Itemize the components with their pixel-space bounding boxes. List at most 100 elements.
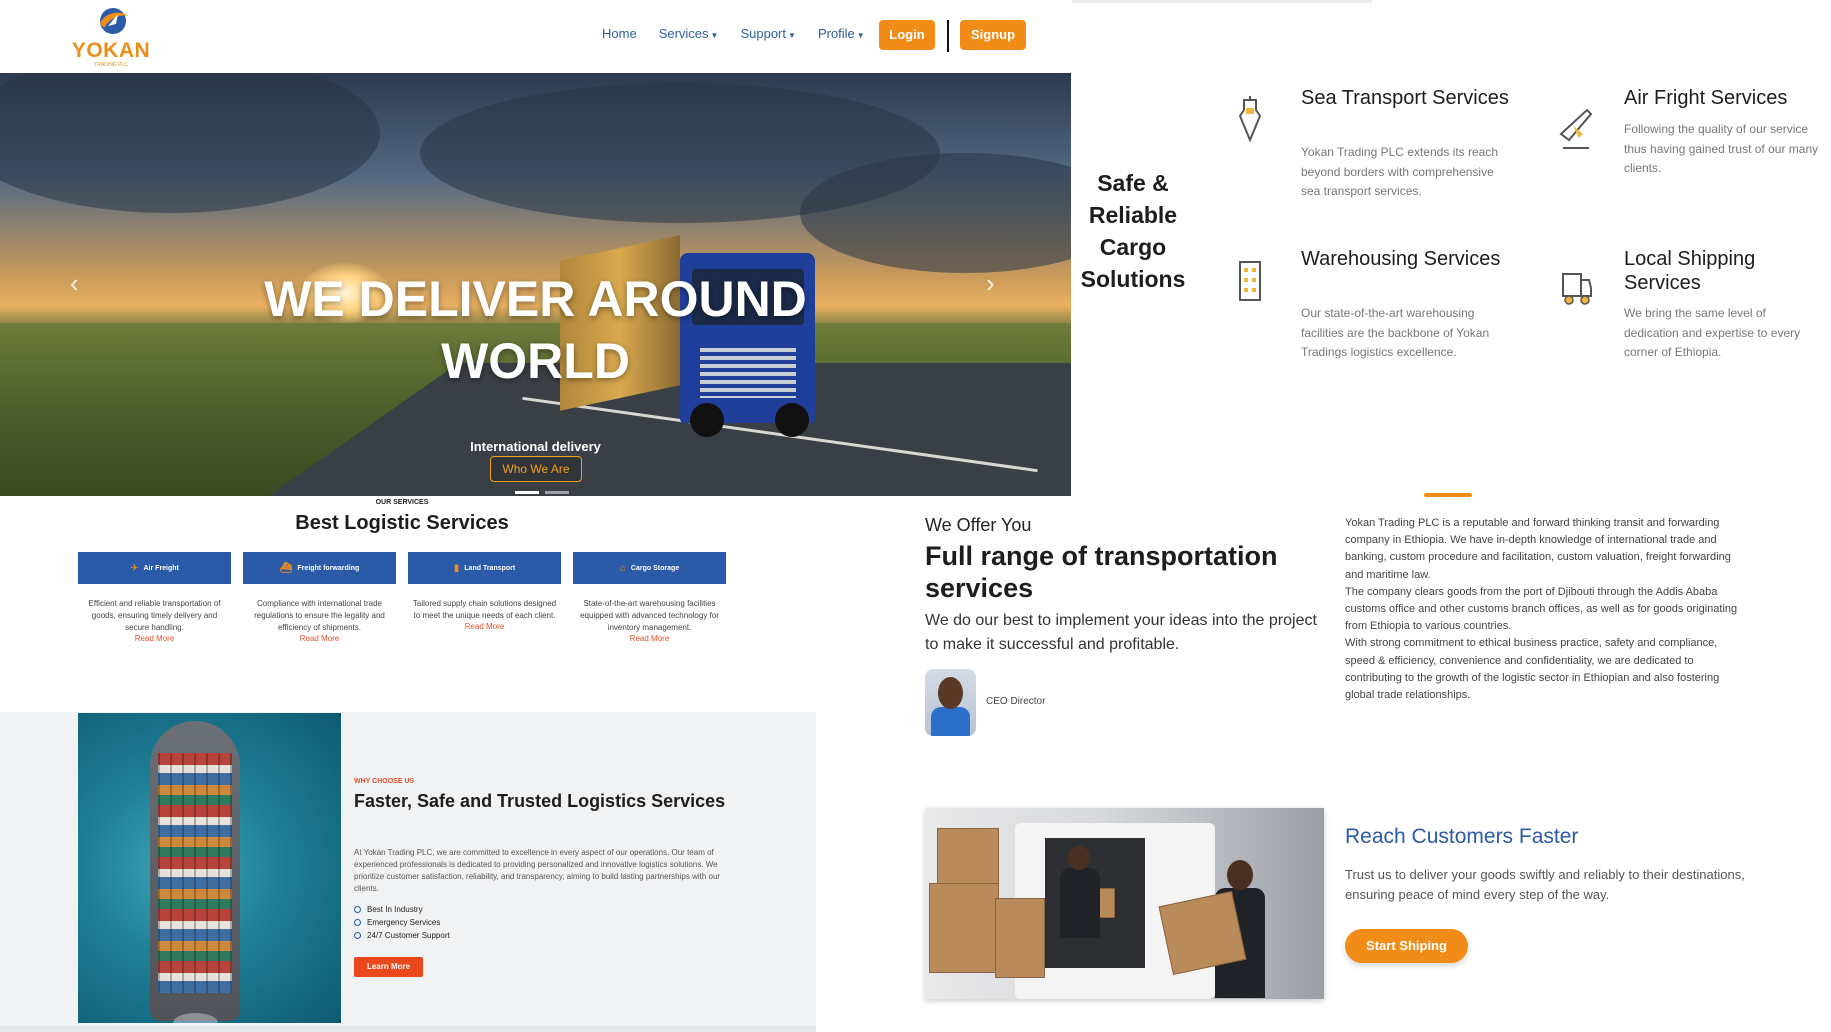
ship-icon: ⛴ [279,562,293,574]
hero-truck-wheel [775,403,809,437]
cargo-ship-image [78,713,341,1023]
divider [1072,0,1372,3]
nav-support-label: Support [740,26,787,41]
service-card-header[interactable]: ⛴ Freight forwarding [243,552,396,584]
anchor-icon [1238,96,1262,143]
package-box [995,898,1045,978]
service-card-label: Air Freight [143,564,179,572]
feature-desc: Our state-of-the-art warehousing facilit… [1301,306,1490,359]
who-we-are-button[interactable]: Who We Are [490,456,582,482]
read-more-link[interactable]: Read More [243,634,396,643]
nav-services-label: Services [658,26,709,41]
reach-title: Reach Customers Faster [1345,825,1579,848]
list-item: Best In Industry [354,903,450,916]
caret-down-icon: ▼ [856,31,865,40]
service-card-desc: Efficient and reliable transportation of… [88,599,221,632]
feature-desc: Yokan Trading PLC extends its reach beyo… [1301,145,1499,198]
services-eyebrow: OUR SERVICES [375,499,429,506]
avatar-body [931,707,970,736]
service-card-label: Land Transport [464,564,516,572]
delivery-truck-icon [1562,273,1592,305]
building-icon [1239,261,1261,301]
why-points: Best In Industry Emergency Services 24/7… [354,903,450,942]
truck-icon: ▮ [453,562,460,574]
avatar-face [938,677,963,709]
carousel-dot[interactable] [515,491,539,494]
nav-support[interactable]: Support ▼ [740,26,795,41]
nav-profile-label: Profile [817,26,855,41]
read-more-link[interactable]: Read More [573,634,726,643]
service-card-air-freight: ✈ Air Freight Efficient and reliable tran… [78,552,231,643]
why-point-label: Emergency Services [367,918,441,927]
why-point-label: 24/7 Customer Support [367,931,450,940]
why-body: At Yokan Trading PLC, we are committed t… [354,848,721,893]
services-title: Best Logistic Services [295,512,509,534]
offer-title: Full range of transportation services [925,541,1278,603]
offer-eyebrow: We Offer You [925,515,1032,535]
chevron-right-icon[interactable]: › [986,268,995,299]
list-item: 24/7 Customer Support [354,929,450,942]
ceo-label: CEO Director [986,696,1046,707]
start-shipping-button[interactable]: Start Shiping [1345,929,1468,963]
about-company: Yokan Trading PLC is a reputable and for… [1345,515,1745,704]
chevron-left-icon[interactable]: ‹ [70,268,79,299]
service-card-header[interactable]: ✈ Air Freight [78,552,231,584]
service-card-land-transport: ▮ Land Transport Tailored supply chain so… [408,552,561,631]
courier-head [1227,860,1253,890]
airplane-icon [1559,108,1593,149]
hero-carousel: ‹ › WE DELIVER AROUND WORLD Internationa… [0,73,1071,496]
read-more-link[interactable]: Read More [78,634,231,643]
feature-desc: We bring the same level of dedication an… [1624,306,1801,359]
learn-more-button[interactable]: Learn More [354,957,423,977]
feature-title: Air Fright Services [1624,87,1788,109]
signup-button[interactable]: Signup [960,20,1026,50]
service-card-label: Cargo Storage [630,564,680,572]
carousel-indicators [515,491,569,494]
about-paragraph: With strong commitment to ethical busine… [1345,637,1720,702]
hero-cloud [0,73,380,213]
courier-person [1060,868,1100,938]
service-card-header[interactable]: ⌂ Cargo Storage [573,552,726,584]
service-card-header[interactable]: ▮ Land Transport [408,552,561,584]
caret-down-icon: ▼ [788,31,796,40]
section-bottom-bar [0,1026,816,1032]
service-card-freight-forwarding: ⛴ Freight forwarding Compliance with inte… [243,552,396,643]
bullet-circle-icon [354,932,361,939]
hero-truck-wheel [690,403,724,437]
service-card-label: Freight forwarding [297,564,360,572]
delivery-photo [925,808,1324,999]
courier-head [1068,846,1090,870]
nav-profile[interactable]: Profile ▼ [818,26,865,41]
nav-divider [947,20,949,52]
service-card-desc: Tailored supply chain solutions designed… [412,599,557,620]
caret-down-icon: ▼ [710,31,719,40]
nav-home[interactable]: Home [602,26,637,41]
package-box [929,883,999,973]
safe-cargo-title: Safe & Reliable Cargo Solutions [1080,170,1186,292]
ship-containers [158,753,232,993]
reach-body: Trust us to deliver your goods swiftly a… [1345,867,1745,902]
brand-name: YOKAN [71,39,151,62]
about-paragraph: The company clears goods from the port o… [1345,585,1738,633]
brand-tagline: TRADING PLC [94,62,128,68]
feature-desc: Following the quality of our service thu… [1624,122,1819,175]
nav-services[interactable]: Services ▼ [659,26,719,41]
brand-logo[interactable]: YOKAN TRADING PLC [68,6,154,68]
why-point-label: Best In Industry [367,905,423,914]
site-header: YOKAN TRADING PLC Home Services ▼ Support… [0,0,1071,73]
list-item: Emergency Services [354,916,450,929]
offer-body: We do our best to implement your ideas i… [925,612,1317,653]
main-nav: Home Services ▼ Support ▼ Profile ▼ [602,26,865,41]
read-more-link[interactable]: Read More [408,622,561,631]
avatar [925,669,976,736]
login-button[interactable]: Login [879,20,935,50]
carousel-dot[interactable] [545,491,569,494]
logo-globe-icon [100,8,128,34]
why-title: Faster, Safe and Trusted Logistics Servi… [354,791,726,811]
bullet-circle-icon [354,906,361,913]
accent-dash [1424,493,1472,497]
feature-title: Warehousing Services [1301,248,1501,270]
bullet-circle-icon [354,919,361,926]
hero-subtitle: International delivery [470,439,601,454]
service-card-desc: Compliance with international trade regu… [254,599,385,632]
